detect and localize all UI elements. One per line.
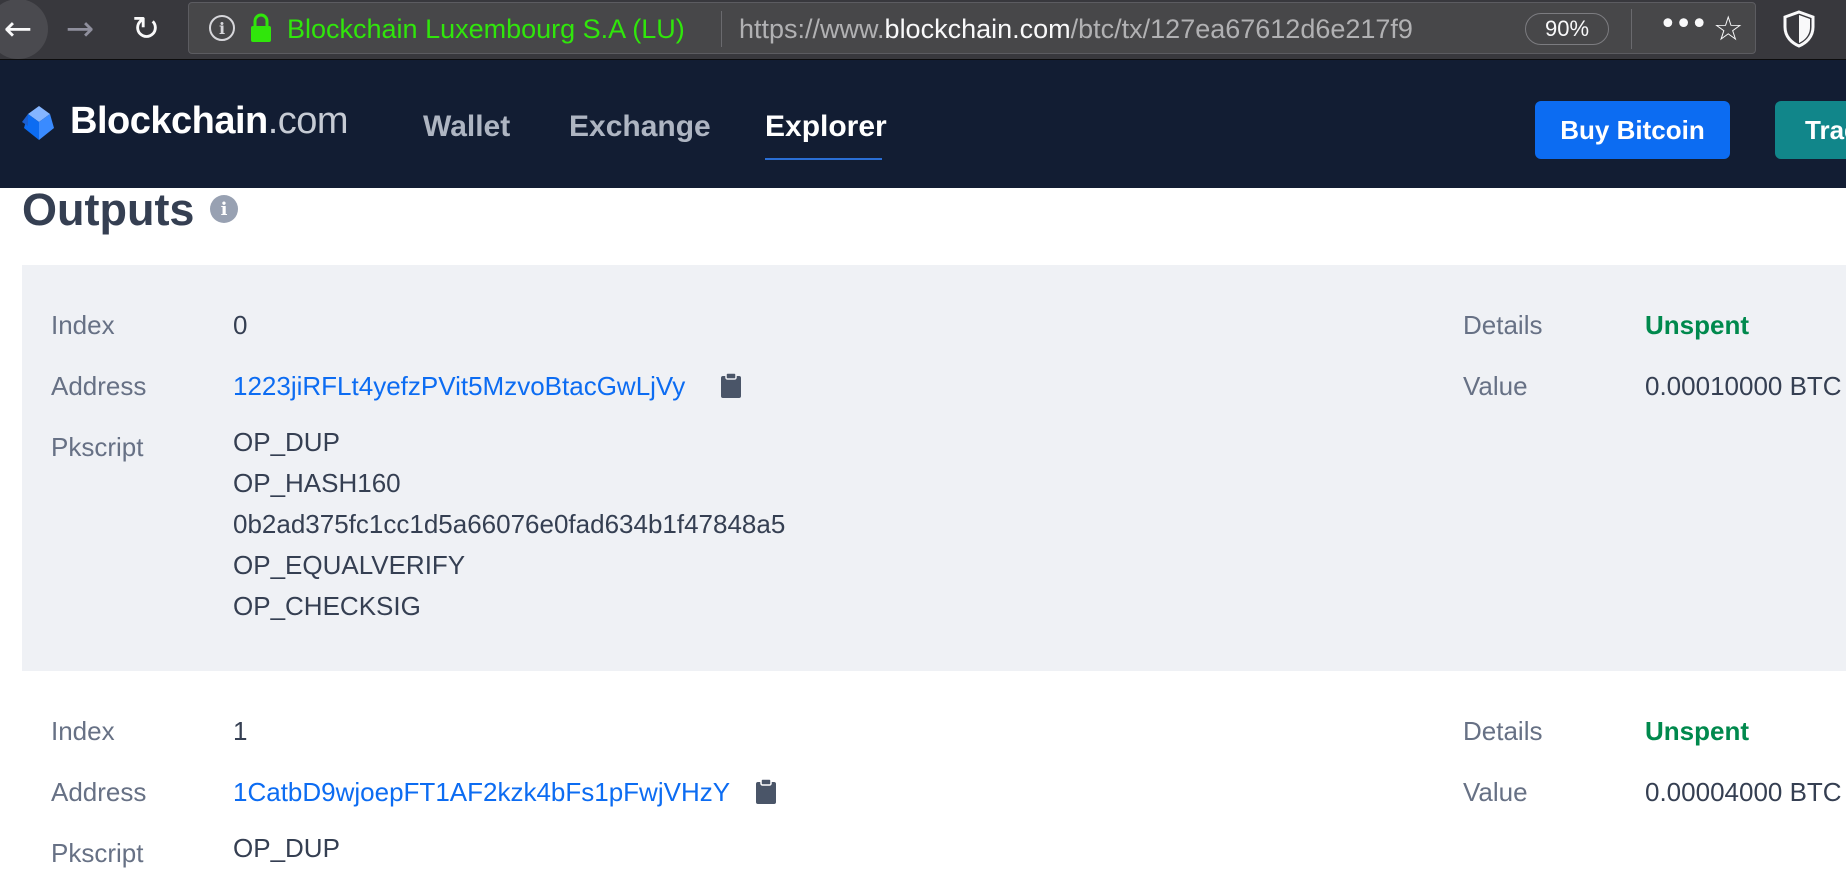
url-divider-right xyxy=(1631,9,1632,49)
pkscript-value: OP_DUP OP_HASH160 0b2ad375fc1cc1d5a66076… xyxy=(233,422,785,627)
pkscript-op: OP_HASH160 xyxy=(233,468,401,498)
copy-clipboard-icon[interactable] xyxy=(720,372,742,399)
bookmark-star-icon[interactable]: ☆ xyxy=(1713,9,1743,49)
pkscript-label: Pkscript xyxy=(51,432,144,462)
site-info-icon[interactable]: i xyxy=(209,15,235,41)
tracking-protection-shield-icon[interactable] xyxy=(1782,10,1816,48)
pkscript-op: OP_CHECKSIG xyxy=(233,591,421,621)
reload-button[interactable]: ↻ xyxy=(128,6,164,52)
pkscript-op: OP_DUP xyxy=(233,833,340,863)
logo-domain: .com xyxy=(267,100,349,142)
value-amount: 0.00004000 BTC xyxy=(1645,777,1842,807)
copy-clipboard-icon[interactable] xyxy=(755,778,777,805)
pkscript-label: Pkscript xyxy=(51,838,144,868)
buy-bitcoin-button[interactable]: Buy Bitcoin xyxy=(1535,101,1730,159)
reload-icon: ↻ xyxy=(131,9,161,49)
outputs-info-icon[interactable]: i xyxy=(210,195,238,223)
value-amount: 0.00010000 BTC xyxy=(1645,371,1842,401)
index-value: 0 xyxy=(233,310,248,340)
certificate-org-name[interactable]: Blockchain Luxembourg S.A (LU) xyxy=(287,14,685,45)
index-label: Index xyxy=(51,310,115,340)
blockchain-logo-icon[interactable] xyxy=(20,104,58,142)
url-divider xyxy=(721,11,722,47)
active-nav-underline xyxy=(765,158,882,160)
address-link[interactable]: 1223jiRFLt4yefzPVit5MzvoBtacGwLjVy xyxy=(233,371,685,402)
details-label: Details xyxy=(1463,716,1543,746)
status-unspent: Unspent xyxy=(1645,716,1749,746)
address-label: Address xyxy=(51,777,147,807)
url-text[interactable]: https://www.blockchain.com/btc/tx/127ea6… xyxy=(739,14,1459,45)
address-link[interactable]: 1CatbD9wjoepFT1AF2kzk4bFs1pFwjVHzY xyxy=(233,777,730,808)
url-path: /btc/tx/127ea67612d6e217f9 xyxy=(1070,14,1413,44)
output-card: Index 1 Address 1CatbD9wjoepFT1AF2kzk4bF… xyxy=(22,671,1846,868)
pkscript-value: OP_DUP xyxy=(233,828,340,869)
site-header: Blockchain.com Wallet Exchange Explorer … xyxy=(0,60,1846,188)
forward-arrow-icon: → xyxy=(65,9,95,49)
logo-wordmark[interactable]: Blockchain.com xyxy=(70,100,349,143)
nav-exchange[interactable]: Exchange xyxy=(569,110,711,144)
page-actions-more-icon[interactable]: ••• xyxy=(1659,7,1708,42)
details-label: Details xyxy=(1463,310,1543,340)
back-arrow-icon: ← xyxy=(3,9,33,49)
lock-icon[interactable] xyxy=(249,13,273,43)
output-card: Index 0 Address 1223jiRFLt4yefzPVit5Mzvo… xyxy=(22,265,1846,671)
pkscript-op: 0b2ad375fc1cc1d5a66076e0fad634b1f47848a5 xyxy=(233,509,786,539)
status-unspent: Unspent xyxy=(1645,310,1749,340)
url-prefix: https://www. xyxy=(739,14,885,44)
browser-toolbar: ← → ↻ i Blockchain Luxembourg S.A (LU) h… xyxy=(0,0,1846,60)
value-label: Value xyxy=(1463,777,1528,807)
outputs-heading: Outputs xyxy=(22,184,195,235)
address-label: Address xyxy=(51,371,147,401)
index-value: 1 xyxy=(233,716,248,746)
nav-explorer[interactable]: Explorer xyxy=(765,110,887,144)
back-button[interactable]: ← xyxy=(0,0,48,59)
url-domain: blockchain.com xyxy=(884,14,1071,44)
trade-button[interactable]: Trad xyxy=(1775,101,1846,159)
pkscript-op: OP_EQUALVERIFY xyxy=(233,550,466,580)
logo-name: Blockchain xyxy=(70,100,268,142)
nav-wallet[interactable]: Wallet xyxy=(423,110,510,144)
forward-button[interactable]: → xyxy=(62,6,98,52)
url-bar[interactable]: i Blockchain Luxembourg S.A (LU) https:/… xyxy=(188,2,1756,54)
index-label: Index xyxy=(51,716,115,746)
value-label: Value xyxy=(1463,371,1528,401)
zoom-level-badge[interactable]: 90% xyxy=(1525,13,1609,45)
pkscript-op: OP_DUP xyxy=(233,427,340,457)
